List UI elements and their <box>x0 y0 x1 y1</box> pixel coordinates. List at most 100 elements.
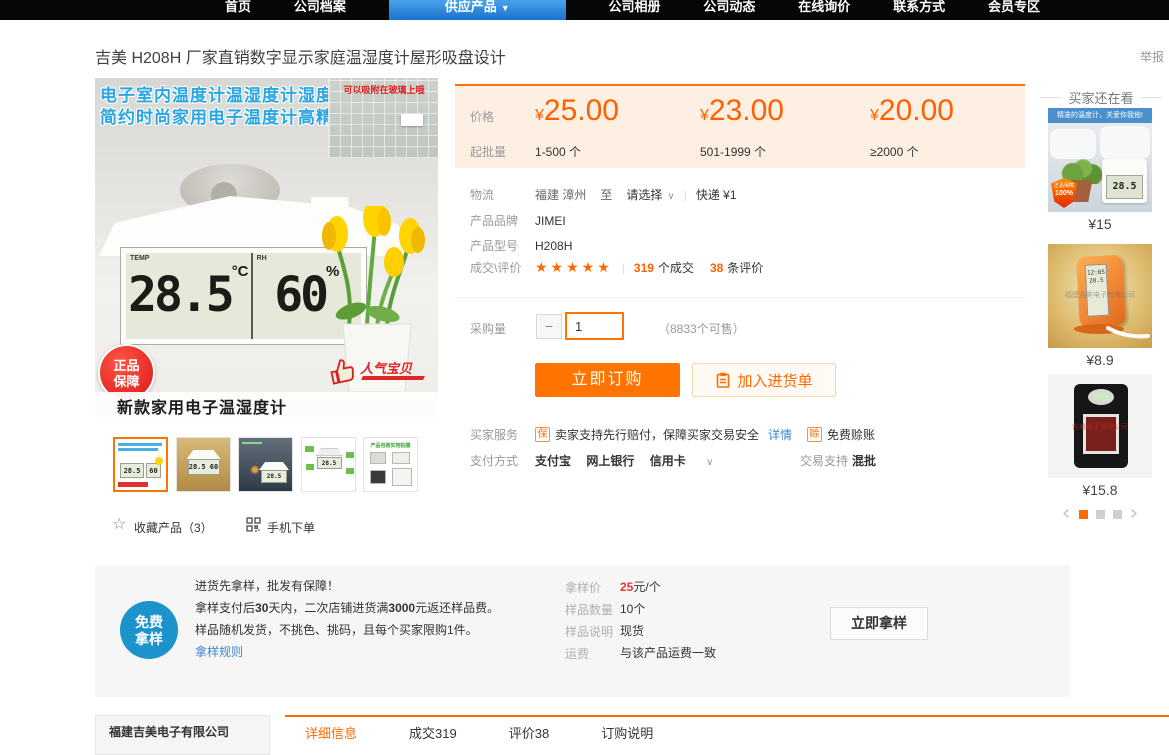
quantity-input[interactable] <box>565 312 624 340</box>
tab-reviews[interactable]: 评价38 <box>509 723 549 742</box>
ship-from: 福建 漳州 <box>535 186 586 203</box>
favorite-product-link[interactable]: 收藏产品（3） <box>134 519 213 536</box>
sidebar-product-1[interactable]: 精准的温度计，关爱你我他! 28.5 正品保障 100% <box>1048 108 1152 212</box>
nav-item-member-zone[interactable]: 会员专区 <box>988 0 1040 20</box>
sidebar-product-2[interactable]: 12:0520.5 福建吉美电子有限公司 <box>1048 244 1152 348</box>
sidebar-price-3: ¥15.8 <box>1048 482 1152 498</box>
buyer-services-row: 买家服务 保 卖家支持先行赔付，保障买家交易安全 详情 赊 免费赊账 <box>470 426 875 443</box>
authentic-shield-badge: 正品保障 100% <box>1051 178 1077 208</box>
stock-note: （8833个可售） <box>658 320 745 337</box>
sample-line-3: 样品随机发货，不挑色、挑码，且每个买家限购1件。 <box>195 619 499 641</box>
thumbnail-3[interactable]: 28.5 <box>238 437 293 492</box>
get-sample-button[interactable]: 立即拿样 <box>830 607 928 640</box>
logistics-row: 物流 福建 漳州 至 请选择∨ | 快递 ¥1 <box>470 186 737 203</box>
sample-rules-link[interactable]: 拿样规则 <box>195 641 499 663</box>
qr-code-icon[interactable] <box>246 517 261 532</box>
moq-tier-1: 1-500 个 <box>535 143 581 160</box>
tab-order-instructions[interactable]: 订购说明 <box>601 723 653 742</box>
order-now-button[interactable]: 立即订购 <box>535 363 680 397</box>
nav-item-contact[interactable]: 联系方式 <box>893 0 945 20</box>
lcd-temp-value: 28.5 <box>128 267 232 323</box>
reviews-count[interactable]: 38 <box>710 261 723 275</box>
tab-detail-info[interactable]: 详细信息 <box>305 723 357 742</box>
inset-device <box>401 114 423 126</box>
sidebar-header: 买家还在看 <box>1040 88 1162 107</box>
detail-tabbar: 详细信息 成交319 评价38 订购说明 <box>285 715 1169 748</box>
pager-next-icon[interactable]: › <box>1130 506 1139 522</box>
thumbnail-2[interactable]: 28.5 60 <box>176 437 231 492</box>
chevron-down-icon[interactable]: ∨ <box>706 457 713 468</box>
lcd-temp-unit: °C <box>232 263 249 280</box>
tab-deals[interactable]: 成交319 <box>409 723 457 742</box>
nav-item-company-profile[interactable]: 公司档案 <box>294 0 346 20</box>
thumbnail-1-selected[interactable]: 28.5 60 <box>113 437 168 492</box>
brand-value: JIMEI <box>535 214 566 228</box>
model-row: 产品型号 H208H <box>470 237 572 254</box>
separator: | <box>622 261 625 275</box>
sidebar-price-1: ¥15 <box>1048 216 1152 232</box>
chevron-down-icon: ∨ <box>667 191 674 202</box>
logistics-label: 物流 <box>470 186 535 203</box>
payment-method-ebank: 网上银行 <box>586 454 634 468</box>
credit-text: 免费赊账 <box>827 426 875 443</box>
free-sample-badge: 免费 拿样 <box>120 601 178 659</box>
chevron-down-icon: ▼ <box>501 3 510 13</box>
thumbnail-strip: 28.5 60 28.5 60 28.5 28.5 产品包装实物拍摄 <box>113 437 426 492</box>
price-label: 价格 <box>470 108 494 125</box>
sidebar-price-2: ¥8.9 <box>1048 352 1152 368</box>
nav-item-inquiry[interactable]: 在线询价 <box>798 0 850 20</box>
mobile-order-link[interactable]: 手机下单 <box>267 519 315 536</box>
favorite-star-icon[interactable]: ☆ <box>112 514 126 534</box>
quantity-minus-button[interactable]: − <box>536 314 562 339</box>
image-headline-2: 简约时尚家用电子温度计高精度 <box>100 103 352 128</box>
sample-line-1: 进货先拿样，批发有保障！ <box>195 575 499 597</box>
rating-label: 成交\评价 <box>470 259 535 276</box>
thumbnail-5[interactable]: 产品包装实物拍摄 <box>363 437 418 492</box>
moq-label: 起批量 <box>470 143 506 160</box>
model-value: H208H <box>535 239 572 253</box>
top-nav: 首页 公司档案 供应产品▼ 公司相册 公司动态 在线询价 联系方式 会员专区 <box>0 0 1169 20</box>
price-tier-1: ¥25.00 <box>535 94 619 128</box>
destination-select[interactable]: 请选择∨ <box>626 186 674 203</box>
payment-row: 支付方式 支付宝 网上银行 信用卡 ∨ 交易支持 混批 <box>470 452 1105 469</box>
add-to-cart-button[interactable]: 加入进货单 <box>692 363 836 397</box>
star-rating-icon: ★★★★★ <box>535 259 613 276</box>
popular-badge: 人气宝贝 <box>328 352 436 392</box>
deals-count[interactable]: 319 <box>634 261 654 275</box>
free-sample-section: 免费 拿样 进货先拿样，批发有保障！ 拿样支付后30天内，二次店铺进货满3000… <box>95 565 1070 697</box>
thermometer-mini: 28.5 <box>1102 159 1147 203</box>
guarantee-text: 卖家支持先行赔付，保障买家交易安全 <box>555 426 759 443</box>
payment-method-credit-card: 信用卡 <box>650 454 686 468</box>
sample-price-field: 拿样价 25元/个 <box>565 579 732 596</box>
nav-item-album[interactable]: 公司相册 <box>609 0 661 20</box>
pager-dot-3[interactable] <box>1113 510 1122 519</box>
nav-item-products[interactable]: 供应产品▼ <box>389 0 566 20</box>
main-product-image: 电子室内温度计温湿度计湿度计 简约时尚家用电子温度计高精度 可以吸附在玻璃上哦 … <box>95 78 438 418</box>
page-title: 吉美 H208H 厂家直销数字显示家庭温湿度计屋形吸盘设计 <box>95 44 506 68</box>
nav-item-home[interactable]: 首页 <box>225 0 251 20</box>
trade-support-value: 混批 <box>852 452 876 469</box>
reviews-suffix: 条评价 <box>727 259 763 276</box>
sample-qty-field: 样品数量 10个 <box>565 601 732 618</box>
thumbnail-4[interactable]: 28.5 <box>301 437 356 492</box>
moq-tier-2: 501-1999 个 <box>700 143 766 160</box>
inset-caption: 可以吸附在玻璃上哦 <box>329 83 438 96</box>
brand-label: 产品品牌 <box>470 212 535 229</box>
price-tier-3: ¥20.00 <box>870 94 954 128</box>
nav-item-news[interactable]: 公司动态 <box>703 0 755 20</box>
image-caption-strip: 新款家用电子温湿度计 <box>95 392 438 418</box>
to-word: 至 <box>600 186 612 203</box>
pager-prev-icon[interactable]: ‹ <box>1062 506 1071 522</box>
price-box: 价格 ¥25.00 ¥23.00 ¥20.00 起批量 1-500 个 501-… <box>455 84 1025 168</box>
pager-dot-2[interactable] <box>1096 510 1105 519</box>
sample-description: 进货先拿样，批发有保障！ 拿样支付后30天内，二次店铺进货满3000元返还样品费… <box>195 575 499 663</box>
rating-row: 成交\评价 ★★★★★ | 319 个成交 38 条评价 <box>470 259 763 276</box>
pager-dot-1[interactable] <box>1079 510 1088 519</box>
sidebar-product-3[interactable]: 吉美电子有限公司 <box>1048 374 1152 478</box>
report-link[interactable]: 举报 <box>1140 48 1164 65</box>
clipboard-icon <box>715 372 731 388</box>
trade-support-label: 交易支持 <box>800 452 848 469</box>
details-link[interactable]: 详情 <box>768 426 792 443</box>
guarantee-badge-icon: 保 <box>535 427 550 442</box>
separator: | <box>684 188 687 202</box>
